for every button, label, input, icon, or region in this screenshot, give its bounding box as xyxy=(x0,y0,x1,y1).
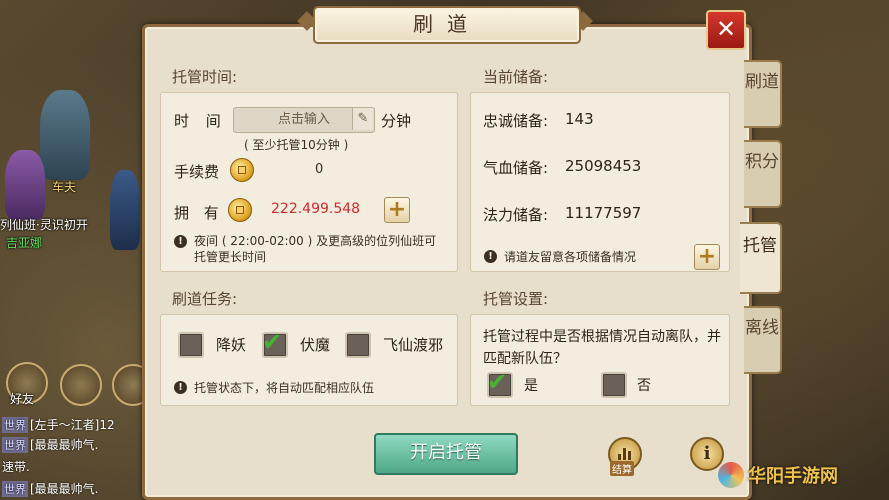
tab-label: 刷道 xyxy=(745,72,779,92)
task-label-feixian: 飞仙渡邪 xyxy=(383,336,444,354)
info-button[interactable]: i xyxy=(690,437,724,471)
night-hosting-note: 夜间 ( 22:00-02:00 ) 及更高级的位列仙班可托管更长时间 xyxy=(194,234,437,264)
watermark: 华阳手游网 xyxy=(748,466,838,487)
coin-icon xyxy=(228,198,252,222)
task-label-fumo: 伏魔 xyxy=(300,336,331,354)
tab-offline[interactable]: 离线 xyxy=(744,306,782,374)
option-no-label: 否 xyxy=(637,378,651,394)
settlement-label: 结算 xyxy=(610,461,634,476)
tab-points[interactable]: 积分 xyxy=(744,140,782,208)
warning-icon: ! xyxy=(484,250,497,263)
npc-character[interactable] xyxy=(40,90,90,180)
own-money-value: 222.499.548 xyxy=(271,201,361,217)
tab-label: 托管 xyxy=(743,236,777,256)
task-checkbox-xiangyao[interactable] xyxy=(178,332,204,358)
mana-label: 法力储备: xyxy=(483,206,549,224)
mana-value: 11177597 xyxy=(565,204,642,222)
settings-question: 托管过程中是否根据情况自动离队，并匹配新队伍？ xyxy=(483,329,721,367)
dialog-title: 刷道 xyxy=(313,6,581,44)
friend-label: 好友 xyxy=(10,392,35,406)
checkmark-icon: ✔ xyxy=(487,368,508,396)
chat-log[interactable]: 世界 [左手～江者]12 世界 [最最最帅气. 速带. 世界 [最最最帅气. xyxy=(2,416,140,500)
close-button[interactable]: ✕ xyxy=(706,10,746,50)
tasks-title: 刷道任务: xyxy=(172,290,238,308)
warning-icon: ! xyxy=(174,381,187,394)
option-yes-label: 是 xyxy=(524,378,538,394)
player-title: 列仙班·灵识初开 xyxy=(0,218,88,232)
reserves-title: 当前储备: xyxy=(483,68,549,86)
start-hosting-button[interactable]: 开启托管 xyxy=(374,433,518,475)
hosting-time-title: 托管时间: xyxy=(172,68,238,86)
hp-label: 气血储备: xyxy=(483,159,549,177)
option-no-checkbox[interactable] xyxy=(601,372,627,398)
minutes-unit: 分钟 xyxy=(381,112,412,130)
loyalty-value: 143 xyxy=(565,110,594,128)
add-money-button[interactable]: + xyxy=(384,197,410,223)
tab-label: 离线 xyxy=(745,318,779,338)
task-checkbox-feixian[interactable] xyxy=(345,332,371,358)
tasks-note: 托管状态下，将自动匹配相应队伍 xyxy=(194,381,375,395)
scene-figure xyxy=(110,170,140,250)
player-character[interactable] xyxy=(5,150,45,220)
watermark-logo-icon xyxy=(718,462,744,488)
player-name: 吉亚娜 xyxy=(6,236,43,250)
coin-icon xyxy=(230,158,254,182)
checkmark-icon: ✔ xyxy=(262,328,283,356)
loyalty-label: 忠诚储备: xyxy=(483,112,549,130)
tab-label: 积分 xyxy=(745,152,779,172)
task-label-xiangyao: 降妖 xyxy=(216,336,247,354)
bar-chart-icon xyxy=(618,446,632,460)
hp-value: 25098453 xyxy=(565,157,642,175)
fee-value: 0 xyxy=(315,162,324,177)
chat-line: 世界 [最最最帅气. xyxy=(2,437,99,453)
time-label: 时 间 xyxy=(174,112,221,130)
pencil-icon[interactable]: ✎ xyxy=(352,108,373,130)
chat-line: 速带. xyxy=(2,460,30,474)
npc-name: 车夫 xyxy=(52,180,77,194)
chat-line: 世界 [左手～江者]12 xyxy=(2,417,115,433)
warning-icon: ! xyxy=(174,235,187,248)
fee-label: 手续费 xyxy=(174,163,220,181)
tab-hosting[interactable]: 托管 xyxy=(740,222,782,294)
chat-line: 世界 [最最最帅气. xyxy=(2,481,99,497)
own-label: 拥 有 xyxy=(174,204,219,222)
add-reserves-button[interactable]: + xyxy=(694,244,720,270)
settings-title: 托管设置: xyxy=(483,290,549,308)
min-hosting-note: ( 至少托管10分钟 ) xyxy=(244,138,349,152)
tab-shuadao[interactable]: 刷道 xyxy=(744,60,782,128)
reserves-note: 请道友留意各项储备情况 xyxy=(504,250,637,264)
chat-bubble-button[interactable] xyxy=(60,364,102,406)
